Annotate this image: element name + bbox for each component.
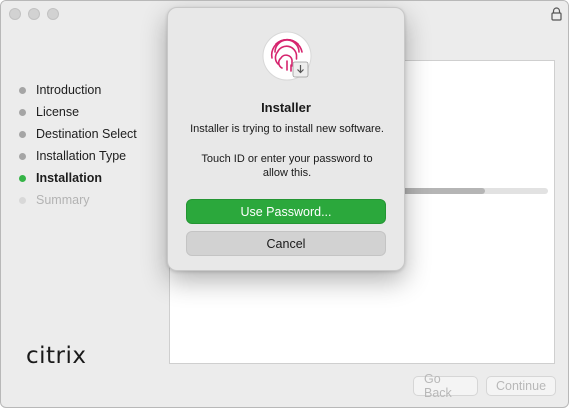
step-license: License	[19, 101, 137, 123]
step-destination-select: Destination Select	[19, 123, 137, 145]
citrix-logo: citrix	[26, 343, 87, 369]
zoom-window-button[interactable]	[47, 8, 59, 20]
use-password-button[interactable]: Use Password...	[186, 199, 386, 224]
step-summary: Summary	[19, 189, 137, 211]
step-list: Introduction License Destination Select …	[19, 79, 137, 211]
step-dot	[19, 108, 26, 116]
step-installation: Installation	[19, 167, 137, 189]
authorization-dialog: Installer Installer is trying to install…	[167, 7, 405, 271]
touch-id-fingerprint-icon	[262, 31, 312, 81]
step-label: Introduction	[36, 83, 102, 97]
dialog-subtext: Touch ID or enter your password to allow…	[201, 153, 373, 179]
step-introduction: Introduction	[19, 79, 137, 101]
go-back-button[interactable]: Go Back	[413, 372, 478, 400]
step-dot	[19, 196, 26, 204]
steps-sidebar: Introduction License Destination Select …	[1, 27, 166, 407]
close-window-button[interactable]	[9, 8, 21, 20]
step-label: Destination Select	[36, 127, 137, 141]
step-dot	[19, 152, 26, 160]
step-label: License	[36, 105, 80, 119]
cancel-button[interactable]: Cancel	[186, 231, 386, 256]
step-label: Installation	[36, 171, 102, 185]
step-label: Installation Type	[36, 149, 127, 163]
step-dot-active	[19, 174, 26, 182]
continue-button[interactable]: Continue	[486, 376, 556, 396]
step-dot	[19, 86, 26, 94]
dialog-message: Installer is trying to install new softw…	[190, 123, 384, 135]
lock-icon	[551, 7, 562, 21]
installer-window: Introduction License Destination Select …	[0, 0, 569, 408]
minimize-window-button[interactable]	[28, 8, 40, 20]
step-label: Summary	[36, 193, 90, 207]
dialog-title: Installer	[261, 100, 311, 115]
step-installation-type: Installation Type	[19, 145, 137, 167]
step-dot	[19, 130, 26, 138]
